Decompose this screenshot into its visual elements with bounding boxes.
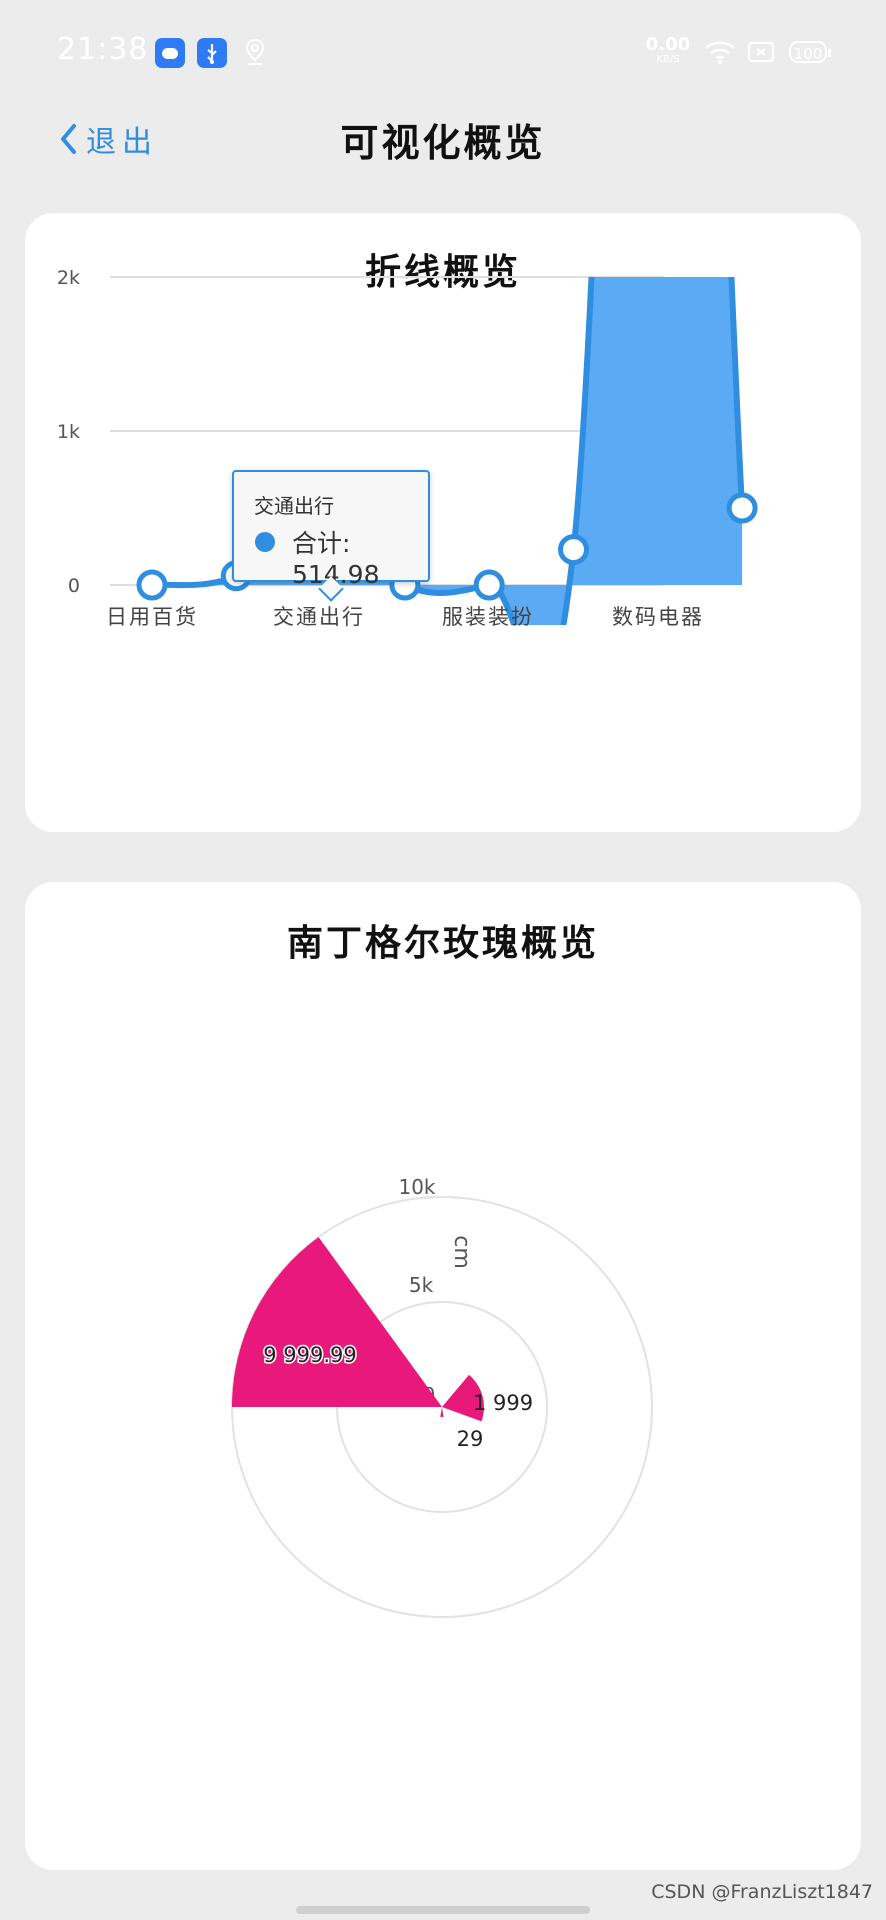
nav-bar: 退出 可视化概览 bbox=[0, 100, 886, 180]
tooltip-value: 合计: 514.98 bbox=[292, 529, 380, 589]
rose-chart-card: 南丁格尔玫瑰概览 10k5k0cm9 999.991 99929 bbox=[25, 882, 861, 1870]
radial-tick-10k: 10k bbox=[398, 1175, 435, 1199]
battery-indicator: 100 bbox=[789, 41, 831, 63]
radial-tick-5k: 5k bbox=[409, 1273, 434, 1297]
slice-label: 1 999 bbox=[473, 1391, 533, 1415]
slice-label: 29 bbox=[457, 1427, 484, 1451]
usb-icon bbox=[197, 38, 227, 68]
rose-chart[interactable]: 10k5k0cm9 999.991 99929 bbox=[25, 882, 861, 1870]
data-point bbox=[136, 569, 168, 601]
cloud-app-icon bbox=[155, 38, 185, 68]
line-chart-card: 折线概览 0 1k 2k 日用百货 交通出行 服装装扮 数码电器 交通出行 合计: 514.… bbox=[25, 213, 861, 832]
chart-tooltip: 交通出行 合计: 514.98 bbox=[232, 470, 430, 602]
home-indicator[interactable] bbox=[296, 1906, 590, 1914]
x-tick-label: 服装装扮 bbox=[442, 605, 534, 629]
network-speed: 0.00 KB/S bbox=[645, 34, 691, 66]
y-tick-label: 0 bbox=[68, 575, 80, 597]
status-bar: 21:38 0.00 KB/S 100 bbox=[0, 0, 886, 110]
line-chart[interactable]: 01k2k日用百货 交通出行 服装装扮 数码电器 bbox=[25, 213, 861, 832]
tooltip-category: 交通出行 bbox=[254, 494, 334, 518]
wifi-icon bbox=[703, 38, 737, 66]
tooltip-series-dot bbox=[255, 532, 275, 552]
slice-label: 9 999.99 bbox=[263, 1343, 357, 1367]
page-title: 可视化概览 bbox=[340, 121, 546, 165]
x-tick-label: 交通出行 bbox=[273, 605, 365, 629]
x-tick-label: 日用百货 bbox=[106, 605, 198, 629]
x-tick-label: 数码电器 bbox=[612, 605, 704, 629]
data-point bbox=[558, 534, 589, 566]
watermark: CSDN @FranzLiszt1847 bbox=[651, 1881, 873, 1903]
data-point bbox=[473, 569, 505, 601]
radial-unit-label: cm bbox=[449, 1235, 474, 1269]
status-time: 21:38 bbox=[57, 32, 149, 67]
y-tick-label: 1k bbox=[57, 421, 80, 443]
location-icon bbox=[244, 38, 266, 66]
sim-icon bbox=[747, 40, 775, 64]
data-point bbox=[726, 492, 758, 524]
rose-slice bbox=[440, 1407, 444, 1417]
rose-slice bbox=[232, 1237, 442, 1407]
y-tick-label: 2k bbox=[57, 267, 80, 289]
